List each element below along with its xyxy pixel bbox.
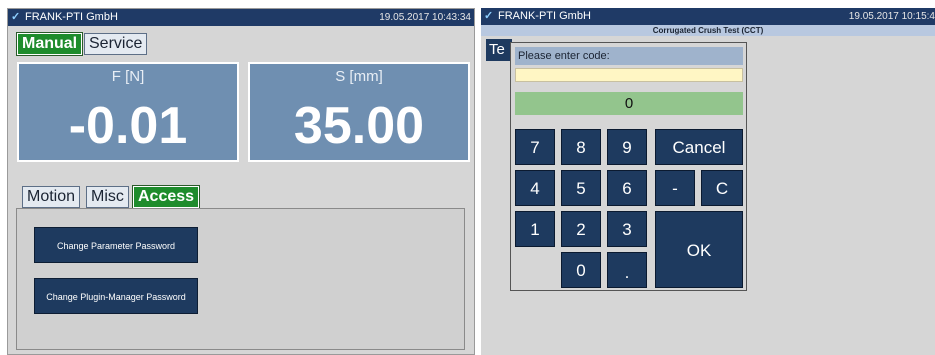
- access-panel: Change Parameter Password Change Plugin-…: [16, 208, 465, 350]
- tab-manual[interactable]: Manual: [15, 32, 84, 56]
- right-titlebar: ✓ FRANK-PTI GmbH 19.05.2017 10:15:4: [481, 8, 935, 25]
- code-input[interactable]: [515, 68, 743, 82]
- right-screen: ✓ FRANK-PTI GmbH 19.05.2017 10:15:4 Corru…: [481, 8, 935, 355]
- clear-key[interactable]: C: [701, 170, 743, 206]
- right-datetime: 19.05.2017 10:15:4: [848, 11, 935, 22]
- key-8[interactable]: 8: [561, 129, 601, 165]
- key-5[interactable]: 5: [561, 170, 601, 206]
- cancel-button[interactable]: Cancel: [655, 129, 743, 165]
- key-2[interactable]: 2: [561, 211, 601, 247]
- minus-key[interactable]: -: [655, 170, 695, 206]
- left-datetime: 19.05.2017 10:43:34: [379, 12, 471, 23]
- key-4[interactable]: 4: [515, 170, 555, 206]
- test-subtitle: Corrugated Crush Test (CCT): [481, 25, 935, 36]
- force-label: F [N]: [111, 68, 145, 85]
- code-display: 0: [515, 92, 743, 115]
- keypad-dialog: Please enter code: 0 7 8 9 Cancel 4 5 6 …: [510, 42, 747, 291]
- stroke-value: 35.00: [293, 97, 425, 155]
- left-screen: ✓ FRANK-PTI GmbH 19.05.2017 10:43:34 Manu…: [7, 8, 475, 355]
- tab-test[interactable]: Te: [486, 39, 512, 61]
- stroke-label: S [mm]: [335, 68, 383, 85]
- tab-misc[interactable]: Misc: [86, 186, 129, 208]
- force-value: -0.01: [68, 97, 188, 155]
- tab-service[interactable]: Service: [84, 33, 148, 55]
- change-parameter-password-button[interactable]: Change Parameter Password: [34, 227, 198, 263]
- key-3[interactable]: 3: [607, 211, 647, 247]
- key-6[interactable]: 6: [607, 170, 647, 206]
- check-icon: ✓: [11, 11, 21, 23]
- tab-access[interactable]: Access: [131, 185, 201, 209]
- decimal-key[interactable]: .: [607, 252, 647, 288]
- code-prompt: Please enter code:: [515, 47, 743, 65]
- key-9[interactable]: 9: [607, 129, 647, 165]
- left-title: FRANK-PTI GmbH: [25, 11, 118, 23]
- key-7[interactable]: 7: [515, 129, 555, 165]
- change-plugin-manager-password-button[interactable]: Change Plugin-Manager Password: [34, 278, 198, 314]
- left-titlebar: ✓ FRANK-PTI GmbH 19.05.2017 10:43:34: [8, 9, 474, 26]
- key-0[interactable]: 0: [561, 252, 601, 288]
- tab-motion[interactable]: Motion: [22, 186, 81, 208]
- stroke-readout: S [mm] 35.00: [248, 62, 470, 162]
- key-1[interactable]: 1: [515, 211, 555, 247]
- force-readout: F [N] -0.01: [17, 62, 239, 162]
- check-icon: ✓: [484, 10, 494, 22]
- ok-button[interactable]: OK: [655, 211, 743, 288]
- right-title: FRANK-PTI GmbH: [498, 10, 591, 22]
